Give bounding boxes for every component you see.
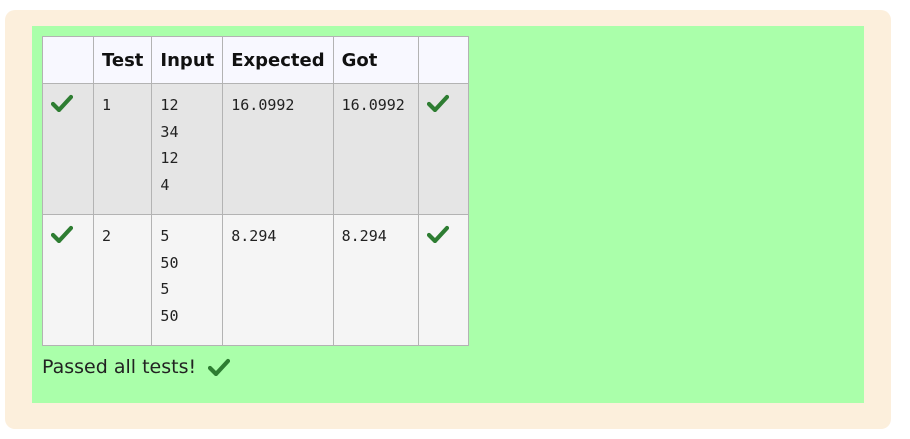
header-result	[417, 36, 469, 84]
test-number: 1	[92, 83, 153, 215]
check-icon	[208, 358, 231, 376]
input-line: 5	[160, 227, 170, 245]
header-input: Input	[151, 36, 224, 84]
status-cell	[42, 83, 94, 215]
summary-text: Passed all tests!	[42, 356, 197, 378]
result-cell	[417, 214, 469, 346]
input-cell: 12 34 12 4	[151, 83, 224, 215]
input-line: 4	[160, 175, 170, 194]
summary-message: Passed all tests!	[42, 356, 231, 378]
test-results-box: Test Input Expected Got 1 12 34 12 4 16.…	[32, 26, 864, 403]
input-cell: 5 50 5 50	[151, 214, 224, 346]
table-header-row: Test Input Expected Got	[42, 36, 469, 84]
got-cell: 16.0992	[332, 83, 419, 215]
result-panel: Test Input Expected Got 1 12 34 12 4 16.…	[5, 10, 891, 429]
got-cell: 8.294	[332, 214, 419, 346]
result-cell	[417, 83, 469, 215]
input-line: 50	[160, 253, 179, 272]
input-line: 12	[160, 149, 179, 167]
input-line: 34	[160, 122, 179, 141]
input-line: 50	[160, 306, 179, 325]
table-row: 1 12 34 12 4 16.0992 16.0992	[42, 83, 469, 215]
input-line: 12	[160, 96, 179, 114]
header-test: Test	[92, 36, 153, 84]
check-icon	[426, 225, 449, 243]
table-row: 2 5 50 5 50 8.294 8.294	[42, 214, 469, 346]
check-icon	[51, 225, 73, 243]
expected-cell: 8.294	[222, 214, 334, 346]
header-expected: Expected	[222, 36, 334, 84]
check-icon	[51, 94, 73, 112]
expected-cell: 16.0992	[222, 83, 334, 215]
check-icon	[426, 94, 449, 112]
results-table: Test Input Expected Got 1 12 34 12 4 16.…	[42, 36, 469, 346]
header-got: Got	[332, 36, 419, 84]
test-number: 2	[92, 214, 153, 346]
header-status	[42, 36, 94, 84]
input-line: 5	[160, 280, 170, 298]
status-cell	[42, 214, 94, 346]
